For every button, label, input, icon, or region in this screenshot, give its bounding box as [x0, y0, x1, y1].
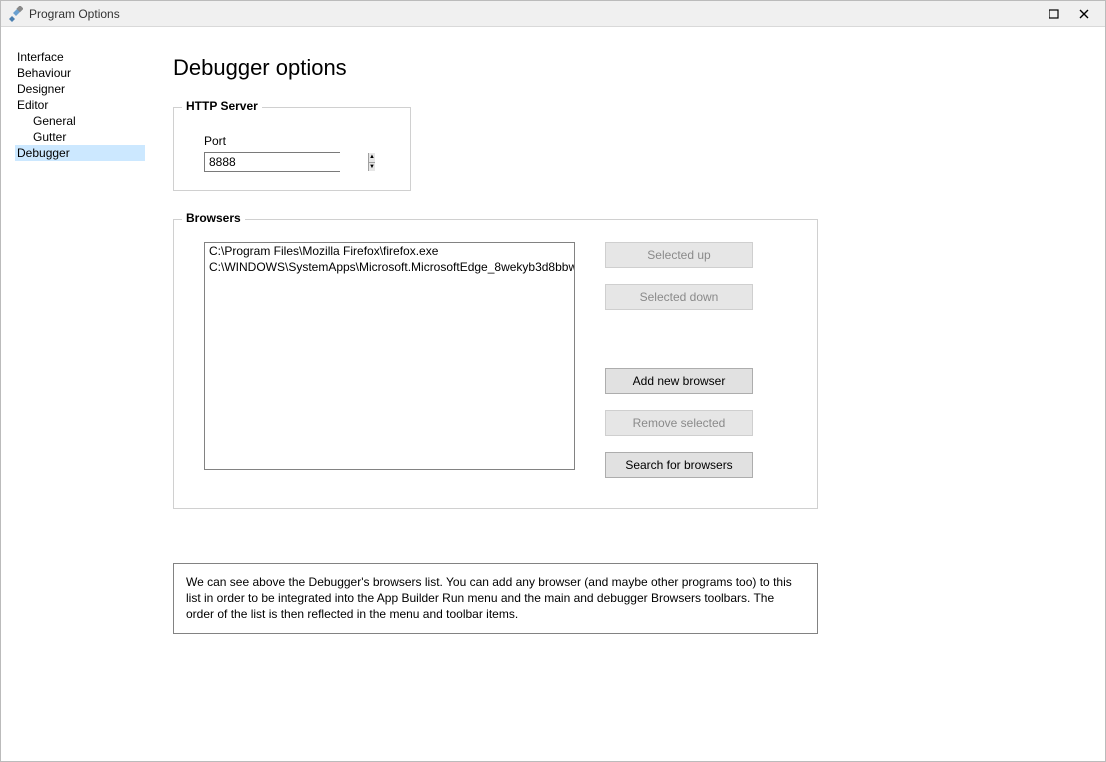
- sidebar-item-general[interactable]: General: [15, 113, 153, 129]
- sidebar-item-behaviour[interactable]: Behaviour: [15, 65, 153, 81]
- remove-selected-button[interactable]: Remove selected: [605, 410, 753, 436]
- selected-down-button[interactable]: Selected down: [605, 284, 753, 310]
- http-legend: HTTP Server: [182, 99, 262, 113]
- sidebar-item-debugger[interactable]: Debugger: [15, 145, 145, 161]
- selected-up-button[interactable]: Selected up: [605, 242, 753, 268]
- sidebar-item-interface[interactable]: Interface: [15, 49, 153, 65]
- spin-up-button[interactable]: ▲: [369, 153, 375, 163]
- http-server-group: HTTP Server Port ▲ ▼: [173, 107, 411, 191]
- sidebar-item-gutter[interactable]: Gutter: [15, 129, 153, 145]
- browsers-legend: Browsers: [182, 211, 245, 225]
- info-text: We can see above the Debugger's browsers…: [173, 563, 818, 634]
- search-for-browsers-button[interactable]: Search for browsers: [605, 452, 753, 478]
- main-panel: Debugger options HTTP Server Port ▲ ▼ Br…: [153, 27, 1105, 761]
- port-input[interactable]: [205, 153, 368, 171]
- titlebar: Program Options: [1, 1, 1105, 27]
- window-title: Program Options: [29, 7, 120, 21]
- app-icon: [7, 6, 23, 22]
- add-new-browser-button[interactable]: Add new browser: [605, 368, 753, 394]
- sidebar-item-editor[interactable]: Editor: [15, 97, 153, 113]
- list-item[interactable]: C:\Program Files\Mozilla Firefox\firefox…: [205, 243, 574, 259]
- page-title: Debugger options: [173, 55, 1065, 81]
- maximize-button[interactable]: [1039, 1, 1069, 27]
- port-label: Port: [204, 134, 392, 148]
- browsers-listbox[interactable]: C:\Program Files\Mozilla Firefox\firefox…: [204, 242, 575, 470]
- browsers-group: Browsers C:\Program Files\Mozilla Firefo…: [173, 219, 818, 509]
- port-spinbox[interactable]: ▲ ▼: [204, 152, 340, 172]
- spin-down-button[interactable]: ▼: [369, 163, 375, 172]
- sidebar: Interface Behaviour Designer Editor Gene…: [1, 27, 153, 761]
- list-item[interactable]: C:\WINDOWS\SystemApps\Microsoft.Microsof…: [205, 259, 574, 275]
- sidebar-item-designer[interactable]: Designer: [15, 81, 153, 97]
- close-button[interactable]: [1069, 1, 1099, 27]
